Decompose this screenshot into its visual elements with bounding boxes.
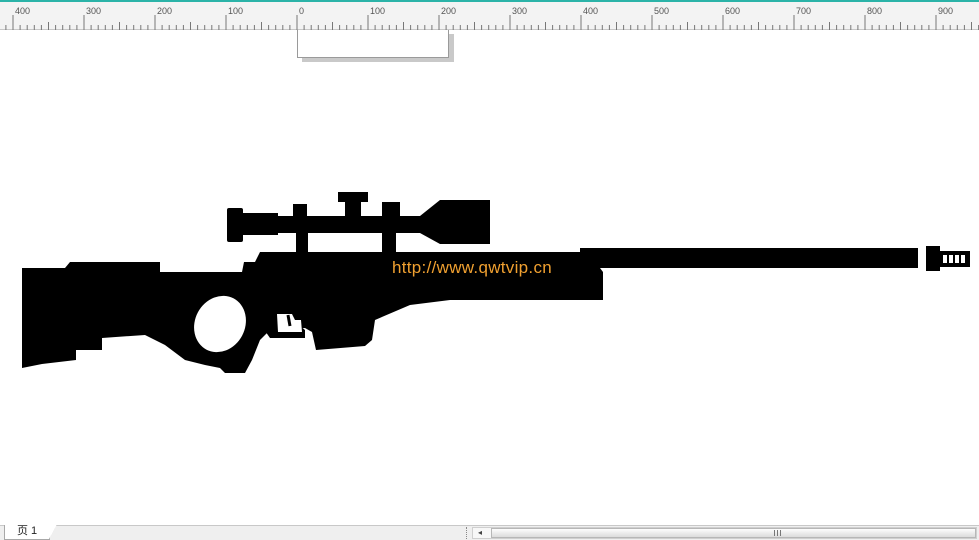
ruler-tick-label: 200: [157, 6, 172, 16]
ruler-tick-label: 100: [228, 6, 243, 16]
ruler-tick-label: 500: [654, 6, 669, 16]
ruler-tick-label: 200: [441, 6, 456, 16]
ruler-tick-label: 900: [938, 6, 953, 16]
page-tab[interactable]: 页 1: [4, 524, 58, 540]
ruler-tick-label: 100: [370, 6, 385, 16]
splitter-handle[interactable]: [466, 527, 470, 539]
watermark-url: http://www.qwtvip.cn: [392, 258, 553, 277]
status-bar: 页 1 ◂: [0, 524, 979, 540]
ruler-tick-label: 400: [583, 6, 598, 16]
ruler-scale: 400 300 200 100 0 100 200 300 400 500 600 700 800 900: [5, 6, 979, 30]
scroll-grip-icon: [774, 530, 782, 536]
scroll-thumb[interactable]: [491, 528, 976, 538]
scroll-left-icon[interactable]: ◂: [473, 528, 487, 538]
ruler-tick-label: 600: [725, 6, 740, 16]
ruler-tick-label: 0: [299, 6, 304, 16]
ruler-tick-label: 300: [512, 6, 527, 16]
horizontal-scrollbar[interactable]: ◂: [472, 527, 977, 539]
ruler-tick-label: 700: [796, 6, 811, 16]
horizontal-ruler[interactable]: 400 300 200 100 0 100 200 300 400 500 600 700 800 900: [0, 2, 979, 30]
ruler-tick-label: 300: [86, 6, 101, 16]
ruler-tick-label: 400: [15, 6, 30, 16]
ruler-tick-label: 800: [867, 6, 882, 16]
page-sheet: [297, 30, 449, 58]
drawing-canvas[interactable]: http://www.qwtvip.cn: [0, 30, 979, 525]
